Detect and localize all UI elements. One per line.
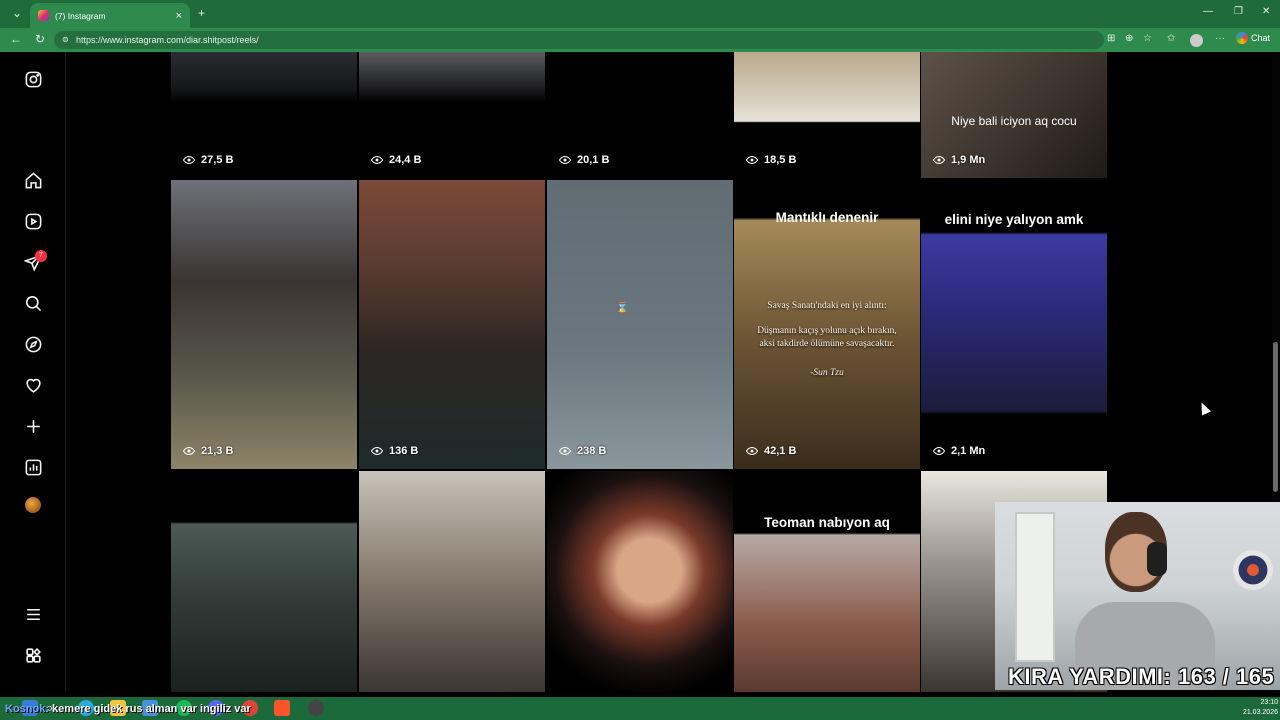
eye-icon — [933, 155, 945, 165]
browser-toolbar: ← ↻ ⊜ https://www.instagram.com/diar.shi… — [0, 28, 1280, 52]
system-clock[interactable]: 23:10 21.03.2026 — [1238, 698, 1278, 718]
reel-tile[interactable] — [171, 471, 357, 692]
view-count: 21,3 B — [183, 445, 233, 457]
notifications-icon[interactable] — [22, 374, 44, 396]
reload-icon[interactable]: ↻ — [35, 32, 45, 46]
install-app-icon[interactable]: ⊞ — [1107, 33, 1115, 44]
create-icon[interactable] — [22, 415, 44, 437]
browser-tab-instagram[interactable]: (7) Instagram × — [30, 3, 190, 28]
view-count: 24,4 B — [371, 154, 421, 166]
reel-caption: Mantıklı denenir — [775, 210, 879, 225]
eye-icon — [746, 446, 758, 456]
messages-badge: 7 — [35, 250, 47, 262]
reel-tile[interactable]: Teoman nabıyon aq — [734, 471, 920, 692]
close-tab-icon[interactable]: × — [176, 10, 182, 22]
maximize-icon[interactable]: ❐ — [1234, 6, 1243, 17]
obs-icon[interactable] — [308, 700, 324, 716]
reels-icon[interactable] — [22, 210, 44, 232]
reel-caption: elini niye yalıyon amk — [944, 212, 1084, 227]
quote-title: Savaş Sanatı'ndaki en iyi alıntı: — [767, 301, 887, 311]
dashboard-icon[interactable] — [22, 456, 44, 478]
mouse-pointer-icon — [1196, 400, 1212, 416]
view-count: 42,1 B — [746, 445, 796, 457]
dartboard — [1233, 550, 1273, 590]
bookmark-star-icon[interactable]: ☆ — [1143, 33, 1152, 44]
clock-time: 23:10 — [1260, 699, 1278, 706]
profile-avatar-icon[interactable] — [1190, 34, 1203, 47]
reel-tile[interactable]: 24,4 B — [359, 52, 545, 178]
home-icon[interactable] — [22, 169, 44, 191]
eye-icon — [183, 446, 195, 456]
view-count: 20,1 B — [559, 154, 609, 166]
chat-ticker: Kosnok: kemere gidek rus alman var ingil… — [5, 703, 251, 715]
back-icon[interactable]: ← — [10, 32, 22, 46]
more-options-icon[interactable]: ··· — [1215, 33, 1225, 44]
address-bar[interactable]: ⊜ https://www.instagram.com/diar.shitpos… — [54, 31, 1104, 49]
reel-tile[interactable]: Mantıklı denenir Savaş Sanatı'ndaki en i… — [734, 180, 920, 469]
profile-avatar[interactable] — [25, 497, 41, 513]
eye-icon — [746, 155, 758, 165]
copilot-chat-button[interactable]: Chat — [1236, 32, 1270, 44]
search-icon[interactable] — [22, 292, 44, 314]
headset-icon — [1147, 542, 1167, 576]
reel-tile[interactable]: Niye bali iciyon aq cocu 1,9 Mn — [921, 52, 1107, 178]
scrollbar-thumb[interactable] — [1273, 342, 1278, 492]
reel-tile[interactable]: 20,1 B — [547, 52, 733, 178]
chat-label: Chat — [1251, 33, 1271, 43]
reel-tile[interactable]: 18,5 B — [734, 52, 920, 178]
quote-card: Savaş Sanatı'ndaki en iyi alıntı: Düşman… — [752, 300, 902, 380]
reel-tile[interactable]: 136 B — [359, 180, 545, 469]
reel-tile[interactable]: 27,5 B — [171, 52, 357, 178]
rent-goal-overlay: KIRA YARDIMI: 163 / 165 — [1008, 664, 1275, 689]
reel-tile[interactable] — [359, 471, 545, 692]
view-count: 1,9 Mn — [933, 154, 985, 166]
reel-tile[interactable]: elini niye yalıyon amk 2,1 Mn — [921, 180, 1107, 469]
explore-icon[interactable] — [22, 333, 44, 355]
view-count: 136 B — [371, 445, 418, 457]
brave-icon[interactable] — [274, 700, 290, 716]
eye-icon — [933, 446, 945, 456]
more-menu-icon[interactable] — [22, 603, 44, 625]
reel-tile[interactable]: 21,3 B — [171, 180, 357, 469]
ticker-username: Kosnok: — [5, 703, 49, 715]
eye-icon — [371, 446, 383, 456]
also-from-meta-icon[interactable] — [22, 644, 44, 666]
ticker-message: kemere gidek rus alman var ingiliz var — [49, 703, 251, 715]
eye-icon — [559, 155, 571, 165]
quote-author: -Sun Tzu — [810, 368, 844, 378]
copilot-icon — [1236, 32, 1248, 44]
clock-date: 21.03.2026 — [1242, 709, 1278, 716]
tab-title: (7) Instagram — [55, 10, 106, 21]
reel-tile[interactable] — [547, 471, 733, 692]
streamer-webcam — [995, 502, 1280, 690]
site-info-icon[interactable]: ⊜ — [62, 31, 69, 49]
close-window-icon[interactable]: ✕ — [1262, 6, 1270, 17]
quote-body: Düşmanın kaçış yolunu açık bırakın, aksi… — [757, 326, 897, 349]
zoom-icon[interactable]: ⊕ — [1125, 33, 1133, 44]
browser-tab-bar: ⌄ (7) Instagram × + — ❐ ✕ — [0, 0, 1280, 28]
tab-list-icon[interactable]: ⌄ — [12, 6, 22, 20]
instagram-logo-icon[interactable] — [22, 68, 44, 90]
reels-grid: 27,5 B 24,4 B 20,1 B 18,5 B Niye bali ic… — [171, 52, 1107, 692]
view-count: 18,5 B — [746, 154, 796, 166]
view-count: 27,5 B — [183, 154, 233, 166]
view-count: 2,1 Mn — [933, 445, 985, 457]
background-door — [1015, 512, 1055, 662]
url-text: https://www.instagram.com/diar.shitpost/… — [76, 35, 259, 45]
minimize-icon[interactable]: — — [1203, 6, 1213, 17]
loading-cursor-icon: ⌛ — [616, 303, 629, 314]
favorites-icon[interactable]: ✩ — [1167, 33, 1175, 44]
eye-icon — [371, 155, 383, 165]
instagram-sidebar: 7 — [0, 52, 66, 692]
eye-icon — [183, 155, 195, 165]
reel-caption: Teoman nabıyon aq — [764, 515, 890, 530]
reel-tile[interactable]: ⌛ 238 B — [547, 180, 733, 469]
reel-caption: Niye bali iciyon aq cocu — [951, 114, 1077, 128]
eye-icon — [559, 446, 571, 456]
instagram-favicon-icon — [38, 10, 49, 21]
new-tab-icon[interactable]: + — [198, 6, 205, 20]
view-count: 238 B — [559, 445, 606, 457]
